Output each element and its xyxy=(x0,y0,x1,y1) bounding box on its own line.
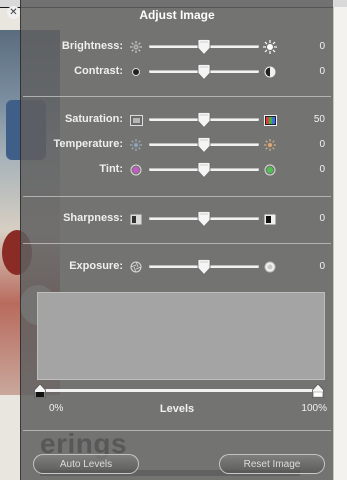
sharpness-slider[interactable] xyxy=(149,211,259,227)
cool-sun-icon xyxy=(129,138,143,152)
gray-square-icon xyxy=(129,113,143,127)
brightness-value: 0 xyxy=(319,41,325,52)
dot-icon xyxy=(129,65,143,79)
sharpness-label: Sharpness: xyxy=(63,212,123,224)
levels-slider[interactable] xyxy=(34,384,324,398)
tint-slider[interactable] xyxy=(149,162,259,178)
contrast-label: Contrast: xyxy=(74,65,123,77)
white-point-handle[interactable] xyxy=(312,384,324,398)
saturation-row: Saturation: 50 xyxy=(21,111,333,129)
exposure-slider[interactable] xyxy=(149,259,259,275)
panel-title: Adjust Image xyxy=(139,8,215,22)
warm-sun-icon xyxy=(263,138,277,152)
temperature-row: Temperature: 0 xyxy=(21,136,333,154)
black-point-handle[interactable] xyxy=(34,384,46,398)
divider xyxy=(23,243,331,244)
background-right-column xyxy=(333,7,347,480)
saturation-value: 50 xyxy=(313,114,325,125)
contrast-row: Contrast: 0 xyxy=(21,63,333,81)
sharpness-row: Sharpness: 0 xyxy=(21,210,333,228)
sun-dim-icon xyxy=(129,40,143,54)
exposure-row: Exposure: 0 xyxy=(21,258,333,276)
contrast-value: 0 xyxy=(319,66,325,77)
temperature-value: 0 xyxy=(319,139,325,150)
brightness-row: Brightness: 0 xyxy=(21,38,333,56)
exposure-label: Exposure: xyxy=(69,260,123,272)
exposure-value: 0 xyxy=(319,261,325,272)
bright-circle-icon xyxy=(263,260,277,274)
adjust-image-panel: ✕ Adjust Image Brightness: 0 Contrast: 0 xyxy=(7,0,333,480)
saturation-label: Saturation: xyxy=(64,113,123,125)
color-square-icon xyxy=(263,113,277,127)
green-circle-icon xyxy=(263,163,277,177)
divider xyxy=(23,196,331,197)
divider xyxy=(23,430,331,431)
tint-row: Tint: 0 xyxy=(21,161,333,179)
contrast-slider[interactable] xyxy=(149,64,259,80)
sharpness-value: 0 xyxy=(319,213,325,224)
brightness-label: Brightness: xyxy=(61,40,123,52)
levels-histogram xyxy=(37,292,325,380)
divider xyxy=(23,96,331,97)
panel-titlebar[interactable]: ✕ Adjust Image xyxy=(7,0,333,28)
auto-levels-button[interactable]: Auto Levels xyxy=(33,454,139,474)
saturation-slider[interactable] xyxy=(149,112,259,128)
magenta-circle-icon xyxy=(129,163,143,177)
blur-square-icon xyxy=(129,212,143,226)
tint-value: 0 xyxy=(319,164,325,175)
levels-max-label: 100% xyxy=(301,403,327,414)
close-icon[interactable]: ✕ xyxy=(7,6,20,19)
brightness-slider[interactable] xyxy=(149,39,259,55)
reset-image-button[interactable]: Reset Image xyxy=(219,454,325,474)
temperature-label: Temperature: xyxy=(53,138,123,150)
half-circle-icon xyxy=(263,65,277,79)
sharp-square-icon xyxy=(263,212,277,226)
temperature-slider[interactable] xyxy=(149,137,259,153)
levels-title: Levels xyxy=(159,403,195,415)
aperture-icon xyxy=(129,260,143,274)
tint-label: Tint: xyxy=(99,163,123,175)
sun-bright-icon xyxy=(263,40,277,54)
